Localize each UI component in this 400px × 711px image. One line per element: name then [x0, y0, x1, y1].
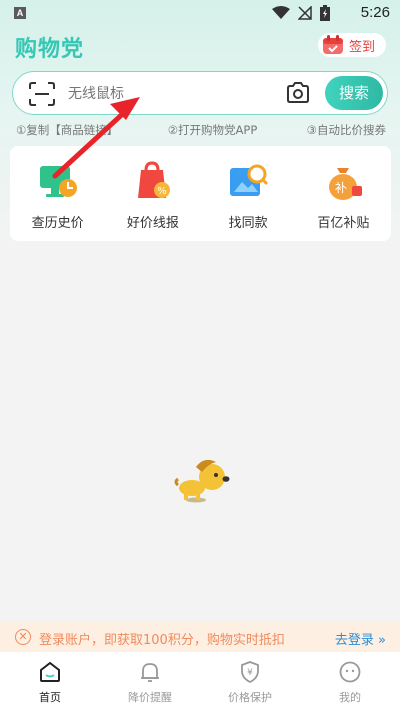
nav-price-protection[interactable]: ¥ 价格保护: [200, 652, 300, 711]
price-history-icon: [39, 166, 77, 197]
search-button[interactable]: 搜索: [325, 76, 383, 110]
quick-actions-panel: 查历史价 % 好价线报 找同款 补 百亿补贴: [10, 146, 391, 241]
quick-action-deals[interactable]: % 好价线报: [105, 146, 200, 241]
quick-action-price-history[interactable]: 查历史价: [10, 146, 105, 241]
close-icon[interactable]: ✕: [15, 629, 31, 645]
usage-steps: ①复制【商品链接】 ②打开购物党APP ③自动比价搜券: [16, 122, 386, 138]
nav-label: 价格保护: [228, 691, 272, 704]
deal-bag-icon: %: [137, 161, 170, 198]
clock: 5:26: [360, 4, 390, 21]
svg-text:补: 补: [335, 181, 347, 195]
wifi-icon: [272, 6, 290, 19]
login-banner[interactable]: ✕ 登录账户，即获取100积分，购物实时抵扣 去登录 »: [0, 622, 400, 652]
nav-label: 降价提醒: [128, 691, 172, 704]
svg-text:¥: ¥: [247, 668, 253, 678]
quick-action-same-item[interactable]: 找同款: [201, 146, 296, 241]
no-signal-icon: [298, 6, 312, 20]
quick-action-label: 找同款: [228, 216, 268, 231]
search-input[interactable]: [68, 84, 268, 104]
quick-action-label: 百亿补贴: [317, 216, 370, 231]
login-link[interactable]: 去登录 »: [335, 629, 386, 648]
nav-profile[interactable]: 我的: [300, 652, 400, 711]
login-banner-text: 登录账户，即获取100积分，购物实时抵扣: [39, 633, 285, 648]
quick-action-label: 好价线报: [126, 216, 179, 231]
svg-text:%: %: [157, 186, 167, 197]
bottom-nav: 首页 降价提醒 ¥ 价格保护 我的: [0, 652, 400, 711]
nav-price-alert[interactable]: 降价提醒: [100, 652, 200, 711]
step-2: ②打开购物党APP: [167, 123, 258, 137]
search-bar: 搜索: [12, 71, 388, 115]
scan-icon[interactable]: [29, 82, 55, 106]
app-notification-icon: A: [14, 7, 26, 19]
camera-search-icon[interactable]: [286, 82, 310, 104]
step-3: ③自动比价搜券: [306, 123, 386, 137]
checkin-label: 签到: [349, 39, 376, 55]
quick-action-subsidy[interactable]: 补 百亿补贴: [296, 146, 391, 241]
image-search-icon: [230, 164, 269, 196]
nav-label: 首页: [39, 691, 61, 704]
home-icon: [40, 661, 60, 682]
nav-home[interactable]: 首页: [0, 652, 100, 711]
shield-icon: ¥: [241, 661, 259, 684]
status-bar: A 5:26: [0, 0, 400, 28]
nav-label: 我的: [339, 691, 361, 704]
quick-action-label: 查历史价: [31, 216, 84, 231]
loading-dog-icon: [174, 459, 230, 503]
step-1: ①复制【商品链接】: [16, 123, 119, 137]
calendar-icon: [323, 35, 343, 54]
app-logo: 购物党: [15, 37, 85, 62]
battery-charging-icon: [320, 5, 330, 21]
profile-icon: [339, 661, 361, 683]
status-icons: [272, 5, 330, 21]
bell-icon: [141, 663, 159, 682]
checkin-button[interactable]: 签到: [318, 33, 386, 57]
subsidy-bag-icon: 补: [329, 168, 363, 200]
